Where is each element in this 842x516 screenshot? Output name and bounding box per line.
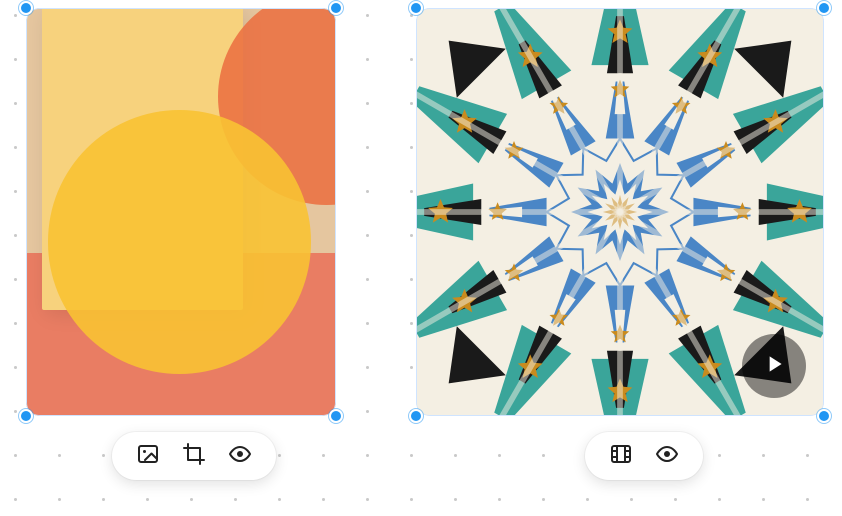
resize-handle-bottom-left[interactable] bbox=[19, 409, 33, 423]
resize-handle-top-right[interactable] bbox=[817, 1, 831, 15]
design-canvas bbox=[0, 0, 842, 516]
image-icon bbox=[136, 442, 160, 471]
resize-handle-bottom-right[interactable] bbox=[329, 409, 343, 423]
resize-handle-top-right[interactable] bbox=[329, 1, 343, 15]
image-content bbox=[26, 8, 336, 416]
video-frame-button[interactable] bbox=[607, 442, 635, 470]
insert-image-button[interactable] bbox=[134, 442, 162, 470]
crop-icon bbox=[182, 442, 206, 471]
visibility-button[interactable] bbox=[653, 442, 681, 470]
crop-button[interactable] bbox=[180, 442, 208, 470]
resize-handle-top-left[interactable] bbox=[19, 1, 33, 15]
resize-handle-bottom-left[interactable] bbox=[409, 409, 423, 423]
play-button[interactable] bbox=[742, 334, 806, 398]
abstract-shapes-image[interactable] bbox=[26, 8, 336, 416]
eye-icon bbox=[228, 442, 252, 471]
mosaic-pattern-video[interactable] bbox=[416, 8, 824, 416]
play-icon bbox=[761, 351, 787, 382]
eye-icon bbox=[655, 442, 679, 471]
image-toolbar bbox=[112, 432, 276, 480]
resize-handle-bottom-right[interactable] bbox=[817, 409, 831, 423]
visibility-button[interactable] bbox=[226, 442, 254, 470]
film-icon bbox=[609, 442, 633, 471]
image-frame-wrapper[interactable] bbox=[26, 8, 336, 416]
resize-handle-top-left[interactable] bbox=[409, 1, 423, 15]
video-toolbar bbox=[585, 432, 703, 480]
video-frame-wrapper[interactable] bbox=[416, 8, 824, 416]
